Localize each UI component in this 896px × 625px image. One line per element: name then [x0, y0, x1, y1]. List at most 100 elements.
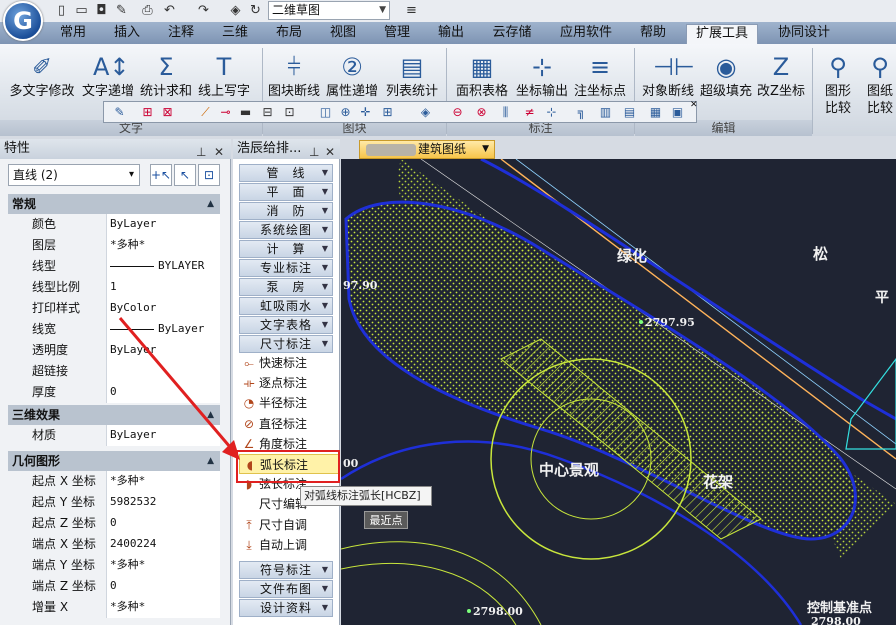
property-value[interactable]: ByLayer: [106, 425, 220, 446]
property-row[interactable]: 厚度 0: [8, 382, 220, 403]
tool-category[interactable]: 文件布图 ▼: [239, 580, 333, 598]
tool-item[interactable]: ⤒ 尺寸自调: [239, 515, 339, 535]
text-increment-button[interactable]: A↕ 文字递增: [80, 52, 136, 102]
drawing-compare-button[interactable]: ⚲ 图形 比较: [818, 52, 858, 116]
property-row[interactable]: 起点 X 坐标 *多种*: [8, 471, 220, 492]
property-value[interactable]: ByColor: [106, 298, 220, 319]
section-header-geometry[interactable]: 几何图形 ▲: [8, 451, 220, 471]
tool-icon[interactable]: ✛: [358, 105, 373, 120]
tool-category[interactable]: 设计资料 ▼: [239, 599, 333, 617]
tool-icon[interactable]: ▬: [238, 105, 253, 120]
property-row[interactable]: 材质 ByLayer: [8, 425, 220, 446]
menu-common[interactable]: 常用: [52, 22, 94, 44]
tool-icon[interactable]: ◫: [318, 105, 333, 120]
menu-output[interactable]: 输出: [430, 22, 472, 44]
tool-icon[interactable]: ≠: [522, 105, 537, 120]
close-icon[interactable]: ✕: [325, 142, 335, 162]
property-row[interactable]: 线型 BYLAYER: [8, 256, 220, 277]
property-row[interactable]: 起点 Z 坐标 0: [8, 513, 220, 534]
tool-category[interactable]: 虹吸雨水 ▼: [239, 297, 333, 315]
tool-icon[interactable]: ▣: [670, 105, 685, 120]
pin-icon[interactable]: ⊥: [309, 142, 319, 162]
section-header-three_d[interactable]: 三维效果 ▲: [8, 405, 220, 425]
property-row[interactable]: 线型比例 1: [8, 277, 220, 298]
menu-extend-tools[interactable]: 扩展工具: [686, 24, 758, 44]
block-break-button[interactable]: ⫩ 图块断线: [266, 52, 322, 102]
drawing-canvas[interactable]: 绿化 松 平 中心景观 花架 2797.95 97.90 00 2798.00 …: [341, 159, 896, 625]
property-value[interactable]: *多种*: [106, 471, 220, 492]
property-value[interactable]: 0: [106, 576, 220, 597]
tool-icon[interactable]: ⊡: [282, 105, 297, 120]
menu-help[interactable]: 帮助: [632, 22, 674, 44]
property-value[interactable]: 2400224: [106, 534, 220, 555]
super-fill-button[interactable]: ◉ 超级填充: [698, 52, 754, 102]
property-value[interactable]: ByLayer: [106, 319, 220, 340]
tool-category[interactable]: 消 防 ▼: [239, 202, 333, 220]
tool-item[interactable]: ⤓ 自动上调: [239, 535, 339, 555]
toggle-pickadd-button[interactable]: ⊡: [198, 164, 220, 186]
property-row[interactable]: 增量 X *多种*: [8, 597, 220, 618]
menu-apps[interactable]: 应用软件: [552, 22, 620, 44]
property-row[interactable]: 线宽 ByLayer: [8, 319, 220, 340]
tool-category[interactable]: 尺寸标注 ▼: [239, 335, 333, 353]
section-header-general[interactable]: 常规 ▲: [8, 194, 220, 214]
save-icon[interactable]: ◘: [94, 3, 109, 18]
property-row[interactable]: 端点 X 坐标 2400224: [8, 534, 220, 555]
property-value[interactable]: 5982532: [106, 492, 220, 513]
tool-icon[interactable]: ⟋: [198, 105, 213, 120]
pin-icon[interactable]: ⊥: [196, 142, 206, 162]
property-value[interactable]: 0: [106, 513, 220, 534]
property-row[interactable]: 打印样式 ByColor: [8, 298, 220, 319]
sheet-compare-button[interactable]: ⚲ 图纸 比较: [860, 52, 896, 116]
multi-text-edit-button[interactable]: ✐ 多文字修改: [6, 52, 78, 102]
tool-icon[interactable]: ⊞: [140, 105, 155, 120]
tool-category[interactable]: 专业标注 ▼: [239, 259, 333, 277]
print-icon[interactable]: ⎙: [140, 3, 155, 18]
tool-item[interactable]: ⊘ 直径标注: [239, 414, 339, 434]
select-objects-button[interactable]: ↖: [174, 164, 196, 186]
document-tab[interactable]: 建筑图纸 ▼: [359, 140, 495, 159]
menu-3d[interactable]: 三维: [214, 22, 256, 44]
open-folder-icon[interactable]: ▭: [74, 3, 89, 18]
menu-annotate[interactable]: 注释: [160, 22, 202, 44]
menu-collab[interactable]: 协同设计: [768, 22, 840, 44]
tool-item[interactable]: ◔ 半径标注: [239, 393, 339, 413]
tool-icon[interactable]: ▥: [598, 105, 613, 120]
object-type-select[interactable]: 直线 (2) ▾: [8, 164, 140, 186]
tool-icon[interactable]: ⫼: [498, 105, 513, 120]
layers-icon[interactable]: ◈: [228, 3, 243, 18]
tool-icon[interactable]: ▤: [622, 105, 637, 120]
undo-icon[interactable]: ↶: [162, 3, 177, 18]
coord-output-button[interactable]: ⊹ 坐标输出: [512, 52, 572, 102]
tool-icon[interactable]: ⊕: [338, 105, 353, 120]
property-value[interactable]: BYLAYER: [106, 256, 220, 277]
menu-insert[interactable]: 插入: [106, 22, 148, 44]
refresh-icon[interactable]: ↻: [248, 3, 263, 18]
save-as-icon[interactable]: ✎: [114, 3, 129, 18]
tool-category[interactable]: 平 面 ▼: [239, 183, 333, 201]
quick-select-button[interactable]: +↖: [150, 164, 172, 186]
close-icon[interactable]: ✕: [690, 100, 698, 110]
menu-view[interactable]: 视图: [322, 22, 364, 44]
tool-item[interactable]: ⟛ 逐点标注: [239, 373, 339, 393]
menu-manage[interactable]: 管理: [376, 22, 418, 44]
coord-point-button[interactable]: ≡ 注坐标点: [572, 52, 628, 102]
tool-icon[interactable]: ⊞: [380, 105, 395, 120]
attr-increment-button[interactable]: ② 属性递增: [324, 52, 380, 102]
property-value[interactable]: *多种*: [106, 235, 220, 256]
property-row[interactable]: 起点 Y 坐标 5982532: [8, 492, 220, 513]
tool-icon[interactable]: ◈: [418, 105, 433, 120]
property-row[interactable]: 端点 Y 坐标 *多种*: [8, 555, 220, 576]
redo-icon[interactable]: ↷: [196, 3, 211, 18]
pencil-icon[interactable]: ✎: [112, 105, 127, 120]
tool-category[interactable]: 管 线 ▼: [239, 164, 333, 182]
tool-icon[interactable]: ⊹: [544, 105, 559, 120]
property-value[interactable]: 1: [106, 277, 220, 298]
tool-icon[interactable]: ⊗: [474, 105, 489, 120]
text-on-line-button[interactable]: T 线上写字: [196, 52, 252, 102]
tool-icon[interactable]: ⊠: [160, 105, 175, 120]
property-row[interactable]: 透明度 ByLayer: [8, 340, 220, 361]
list-stats-button[interactable]: ▤ 列表统计: [382, 52, 442, 102]
tool-category[interactable]: 系统绘图 ▼: [239, 221, 333, 239]
tool-icon[interactable]: ⊟: [260, 105, 275, 120]
